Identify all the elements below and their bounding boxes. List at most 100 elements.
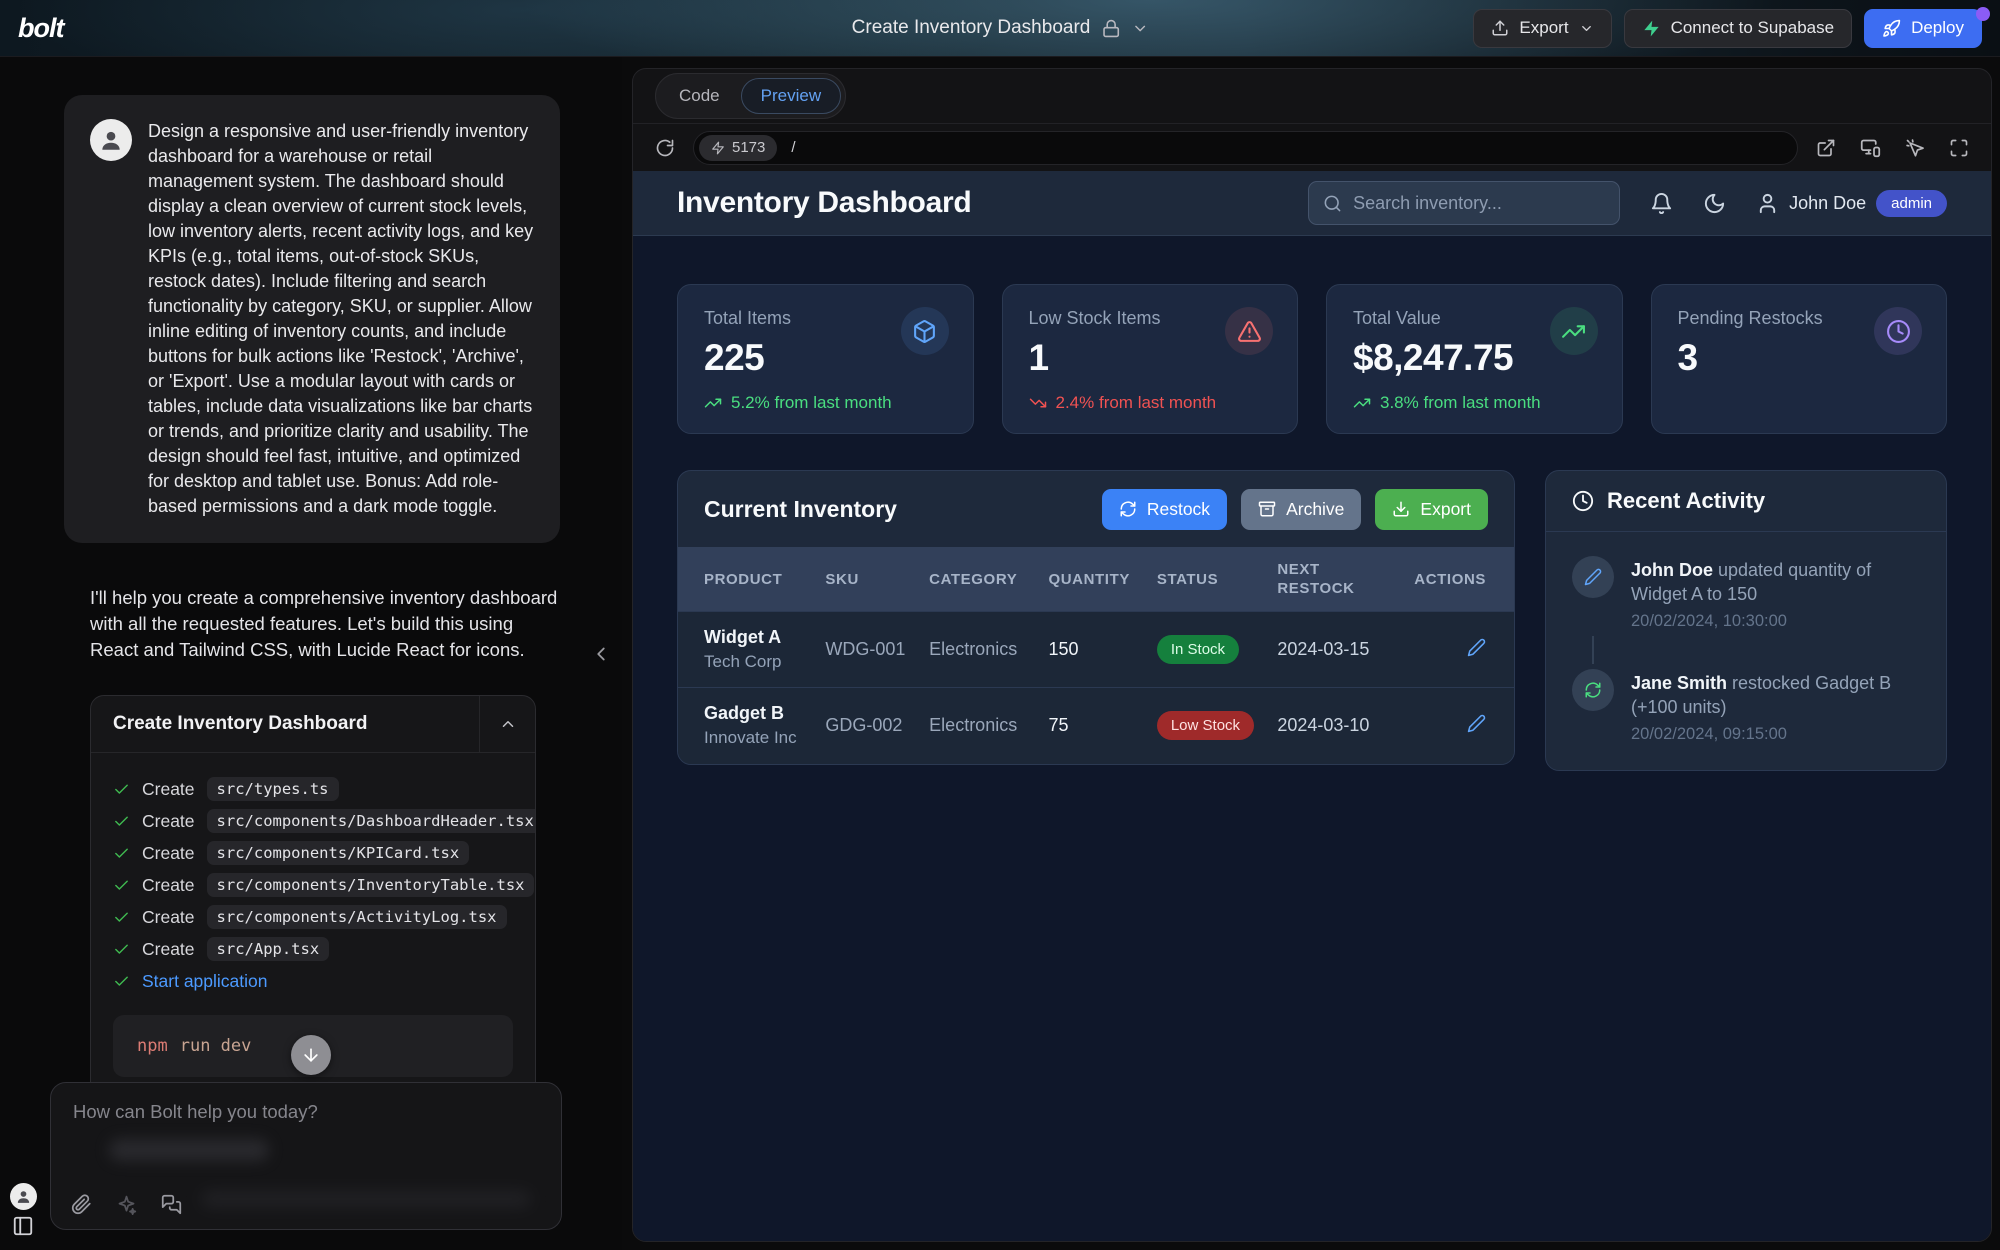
product-name: Gadget B [704,703,817,724]
connect-supabase-button[interactable]: Connect to Supabase [1624,9,1853,48]
archive-button[interactable]: Archive [1241,489,1361,530]
open-external-icon[interactable] [1816,138,1836,158]
package-icon [901,307,949,355]
search-input[interactable] [1353,193,1605,214]
notifications-bell-icon[interactable] [1650,192,1673,215]
blurred-suggestion [109,1139,269,1161]
step-file-chip[interactable]: src/components/DashboardHeader.tsx [207,809,536,833]
user-message-text: Design a responsive and user-friendly in… [148,119,534,519]
notification-dot[interactable] [1976,7,1990,21]
table-row[interactable]: Gadget B Innovate Inc GDG-002 Electronic… [678,688,1514,764]
app-content-row: Current Inventory Restock Archive [677,470,1947,771]
deploy-button[interactable]: Deploy [1864,9,1982,48]
product-sku: GDG-002 [825,688,929,764]
collapse-chat-handle[interactable] [590,643,612,670]
activity-item: Jane Smith restocked Gadget B (+100 unit… [1572,669,1920,744]
archive-label: Archive [1286,499,1344,520]
table-row[interactable]: Widget A Tech Corp WDG-001 Electronics 1… [678,612,1514,688]
inspector-pointer-icon[interactable] [1905,138,1925,158]
check-icon [113,813,130,830]
activity-user: Jane Smith [1631,673,1727,693]
person-icon [98,127,124,153]
export-label: Export [1519,18,1568,38]
sidebar-toggle-button[interactable] [12,1215,34,1242]
plan-step: Create src/App.tsx [113,933,513,965]
discuss-icon[interactable] [161,1194,182,1215]
export-csv-button[interactable]: Export [1375,489,1488,530]
step-action: Create [142,811,195,832]
user-name: John Doe [1789,193,1866,214]
check-icon [113,877,130,894]
top-bar: bolt Create Inventory Dashboard Export C… [0,0,2000,57]
product-quantity[interactable]: 75 [1048,688,1156,764]
arrow-down-icon [301,1045,321,1065]
preview-window: Code Preview 5173 / [632,68,1992,1242]
col-actions: ACTIONS [1414,547,1514,612]
project-title-menu[interactable]: Create Inventory Dashboard [852,17,1149,39]
activity-list: John Doe updated quantity of Widget A to… [1546,532,1946,770]
trending-up-icon [1353,394,1371,412]
port-chip[interactable]: 5173 [699,135,777,161]
step-file-chip[interactable]: src/components/KPICard.tsx [207,841,470,865]
panel-left-icon [12,1215,34,1237]
edit-pencil-icon [1572,556,1614,598]
tab-preview[interactable]: Preview [741,78,841,114]
app-header-actions: John Doe admin [1308,181,1947,225]
reload-icon[interactable] [655,138,675,158]
upload-icon [1491,19,1509,37]
alert-triangle-icon [1225,307,1273,355]
command-args: run dev [180,1036,252,1056]
responsive-devices-icon[interactable] [1860,137,1881,158]
account-avatar[interactable] [10,1183,37,1210]
zap-icon [711,141,725,155]
step-file-chip[interactable]: src/types.ts [207,777,339,801]
activity-user: John Doe [1631,560,1713,580]
user-menu[interactable]: John Doe admin [1756,190,1947,217]
inventory-card-header: Current Inventory Restock Archive [678,471,1514,547]
plan-step: Create src/types.ts [113,773,513,805]
plan-title: Create Inventory Dashboard [91,696,479,752]
check-icon [113,941,130,958]
scroll-to-bottom-button[interactable] [291,1035,331,1075]
plan-collapse-button[interactable] [479,696,535,752]
attach-icon[interactable] [71,1194,92,1215]
start-application-link[interactable]: Start application [142,971,268,992]
check-icon [113,845,130,862]
project-title: Create Inventory Dashboard [852,17,1091,39]
product-name: Widget A [704,627,817,648]
activity-text: John Doe updated quantity of Widget A to… [1631,556,1920,606]
chevron-down-icon [1579,21,1594,36]
sparkles-icon[interactable] [116,1194,137,1215]
col-quantity: QUANTITY [1048,547,1156,612]
table-header-row: PRODUCT SKU CATEGORY QUANTITY STATUS NEX… [678,547,1514,612]
step-file-chip[interactable]: src/components/InventoryTable.tsx [207,873,535,897]
export-button[interactable]: Export [1473,9,1611,48]
plan-step: Create src/components/KPICard.tsx [113,837,513,869]
address-bar[interactable]: 5173 / [693,131,1798,165]
rocket-icon [1882,19,1901,38]
next-restock-date: 2024-03-15 [1277,612,1414,688]
blurred-suggestion [201,1191,531,1207]
product-quantity[interactable]: 150 [1048,612,1156,688]
dark-mode-toggle-icon[interactable] [1703,192,1726,215]
chat-input-box[interactable] [50,1082,562,1230]
plan-step: Create src/components/ActivityLog.tsx [113,901,513,933]
edit-pencil-icon[interactable] [1467,714,1486,733]
next-restock-date: 2024-03-10 [1277,688,1414,764]
lock-icon [1101,19,1120,38]
fullscreen-icon[interactable] [1949,138,1969,158]
activity-title: Recent Activity [1607,488,1765,514]
command-name: npm [137,1036,168,1056]
search-icon [1323,194,1342,213]
step-action: Create [142,907,195,928]
step-file-chip[interactable]: src/components/ActivityLog.tsx [207,905,507,929]
product-supplier: Innovate Inc [704,728,817,748]
restock-button[interactable]: Restock [1102,489,1227,530]
bolt-logo[interactable]: bolt [18,13,63,44]
step-file-chip[interactable]: src/App.tsx [207,937,330,961]
check-icon [113,973,130,990]
tab-code[interactable]: Code [660,79,739,113]
inventory-table-card: Current Inventory Restock Archive [677,470,1515,765]
inventory-search[interactable] [1308,181,1620,225]
edit-pencil-icon[interactable] [1467,638,1486,657]
